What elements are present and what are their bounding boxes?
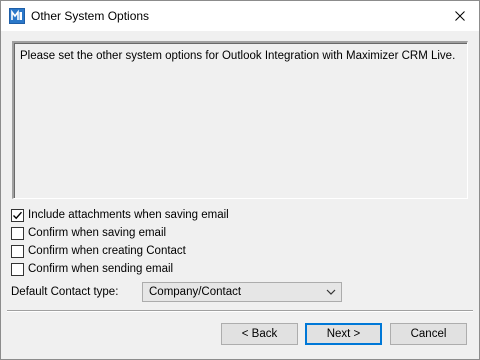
- checkmark-icon: [13, 211, 23, 219]
- include-attachments-label: Include attachments when saving email: [28, 209, 229, 221]
- confirm-creating-contact-label: Confirm when creating Contact: [28, 245, 186, 257]
- back-button[interactable]: < Back: [221, 323, 298, 345]
- instruction-text: Please set the other system options for …: [20, 50, 456, 62]
- message-panel: Please set the other system options for …: [12, 41, 468, 199]
- confirm-creating-contact-checkbox[interactable]: [11, 244, 24, 258]
- option-confirm-sending-email[interactable]: Confirm when sending email: [11, 261, 173, 277]
- close-icon: [455, 11, 465, 21]
- confirm-sending-email-label: Confirm when sending email: [28, 263, 174, 275]
- option-confirm-creating-contact[interactable]: Confirm when creating Contact: [11, 243, 186, 259]
- close-button[interactable]: [441, 1, 479, 31]
- default-contact-type-label: Default Contact type:: [11, 286, 119, 298]
- include-attachments-checkbox[interactable]: [11, 208, 24, 222]
- default-contact-type-select[interactable]: Company/Contact: [142, 282, 342, 302]
- confirm-saving-email-checkbox[interactable]: [11, 226, 24, 240]
- title-bar: Other System Options: [1, 1, 479, 31]
- option-include-attachments[interactable]: Include attachments when saving email: [11, 207, 229, 223]
- dialog-window: Other System Options Please set the othe…: [0, 0, 480, 360]
- chevron-down-icon: [326, 289, 336, 295]
- next-button[interactable]: Next >: [305, 323, 382, 345]
- confirm-sending-email-checkbox[interactable]: [11, 262, 24, 276]
- option-confirm-saving-email[interactable]: Confirm when saving email: [11, 225, 166, 241]
- default-contact-type-value: Company/Contact: [149, 286, 242, 298]
- separator-line: [7, 310, 473, 312]
- maximizer-app-icon: [9, 8, 25, 24]
- cancel-button[interactable]: Cancel: [390, 323, 467, 345]
- confirm-saving-email-label: Confirm when saving email: [28, 227, 167, 239]
- window-title: Other System Options: [31, 9, 150, 23]
